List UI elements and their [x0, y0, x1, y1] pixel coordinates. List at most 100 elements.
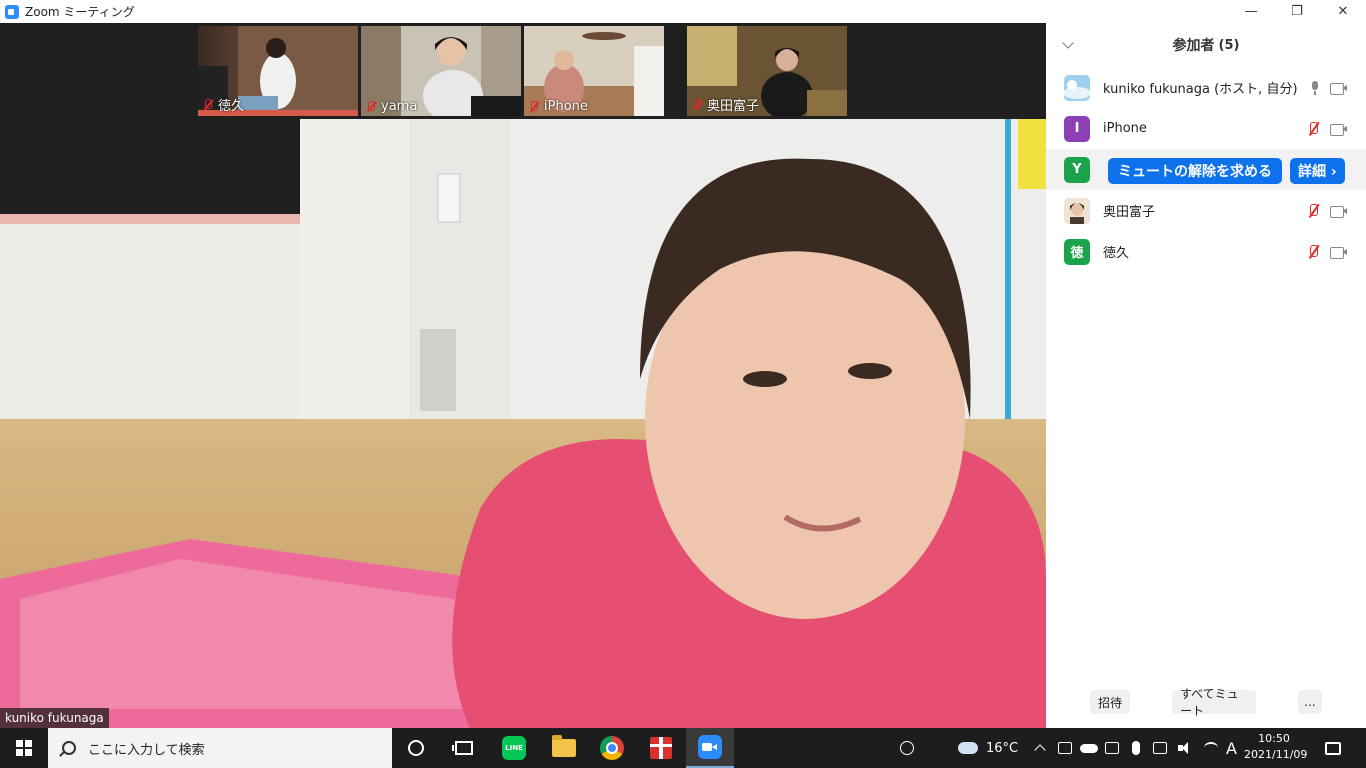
main-video[interactable]: kuniko fukunaga [0, 119, 1046, 728]
participant-row[interactable]: Y ミュートの解除を求める 詳細 › [1046, 149, 1366, 190]
speaker-icon [1178, 742, 1192, 754]
participants-title: 参加者 [1172, 38, 1215, 54]
zoom-icon [698, 735, 722, 759]
thumbnail-name: iPhone [544, 99, 588, 114]
chevron-down-icon[interactable] [1062, 37, 1074, 49]
video-thumbnail[interactable]: iPhone [524, 26, 664, 116]
wifi-icon [1204, 742, 1218, 754]
minimize-button[interactable]: — [1228, 0, 1274, 23]
search-icon [62, 741, 76, 755]
thumbnail-name: 奥田富子 [707, 99, 760, 114]
main-speaker-name: kuniko fukunaga [0, 708, 109, 728]
details-button[interactable]: 詳細 › [1290, 158, 1345, 184]
video-thumbnail[interactable]: yama [361, 26, 521, 116]
mute-all-button[interactable]: すべてミュート [1172, 687, 1256, 718]
weather-widget[interactable]: 16°C [956, 728, 1018, 768]
more-button[interactable]: ... [1298, 690, 1322, 714]
notification-icon [1325, 741, 1341, 755]
ask-to-unmute-button[interactable]: ミュートの解除を求める [1108, 158, 1282, 184]
title-bar: Zoom ミーティング — ❐ ✕ [0, 0, 1366, 23]
participant-name: iPhone [1103, 121, 1147, 136]
chevron-up-icon [1034, 744, 1046, 756]
cortana-button[interactable] [392, 728, 440, 768]
tray-app-button[interactable] [1105, 728, 1119, 768]
camera-icon[interactable] [1330, 205, 1348, 218]
folder-icon [552, 735, 576, 757]
volume-button[interactable] [1178, 728, 1192, 768]
gift-icon [650, 737, 672, 759]
taskbar-search[interactable]: ここに入力して検索 [48, 728, 392, 768]
camera-icon[interactable] [1330, 82, 1348, 95]
network-button[interactable] [1204, 728, 1218, 768]
avatar: Y [1064, 156, 1090, 183]
task-view-button[interactable] [440, 728, 488, 768]
mic-icon[interactable] [1308, 80, 1322, 96]
zoom-logo-icon [5, 4, 19, 19]
window-controls: — ❐ ✕ [1228, 0, 1366, 23]
clock-time: 10:50 [1258, 732, 1290, 745]
camera-icon[interactable] [1330, 123, 1348, 136]
participants-count: (5) [1218, 37, 1240, 53]
close-button[interactable]: ✕ [1320, 0, 1366, 23]
video-thumbnail[interactable]: 奥田富子 [687, 26, 847, 116]
participant-name: 奥田富子 [1103, 205, 1156, 220]
mic-muted-icon [365, 100, 377, 113]
line-app-button[interactable]: LINE [490, 728, 538, 768]
participant-status [1306, 121, 1348, 137]
people-icon [900, 741, 914, 755]
chrome-icon [600, 736, 624, 760]
window-title: Zoom ミーティング [25, 5, 135, 19]
onedrive-button[interactable] [1080, 728, 1098, 768]
file-explorer-button[interactable] [540, 728, 588, 768]
chrome-button[interactable] [588, 728, 636, 768]
task-view-icon [452, 741, 473, 755]
windows-icon [16, 740, 32, 756]
clock[interactable]: 10:50 2021/11/09 [1244, 731, 1307, 763]
cortana-icon [408, 740, 424, 756]
mic-muted-icon [691, 98, 703, 111]
participants-panel: 参加者 (5) kuniko fukunaga (ホスト, 自分) I iPho… [1046, 23, 1366, 728]
zoom-app-button[interactable] [686, 728, 734, 768]
gift-app-button[interactable] [637, 728, 685, 768]
taskbar: ここに入力して検索 LINE 16°C A 10:50 2021/11/09 [0, 728, 1366, 768]
participants-header: 参加者 (5) [1046, 23, 1366, 67]
participant-row[interactable]: kuniko fukunaga (ホスト, 自分) [1046, 67, 1366, 108]
thumbnail-name: 徳久 [218, 99, 245, 114]
participant-name: kuniko fukunaga (ホスト, 自分) [1103, 82, 1298, 97]
battery-button[interactable] [1153, 728, 1167, 768]
mic-muted-icon[interactable] [1306, 203, 1322, 219]
start-button[interactable] [0, 728, 48, 768]
battery-icon [1153, 742, 1167, 754]
participant-row[interactable]: 奥田富子 [1046, 190, 1366, 231]
mic-muted-icon [528, 100, 540, 113]
mic-muted-icon[interactable] [1306, 244, 1322, 260]
search-placeholder: ここに入力して検索 [88, 742, 205, 758]
thumbnail-name: yama [381, 99, 418, 114]
microphone-icon [1132, 741, 1140, 755]
restore-button[interactable]: ❐ [1274, 0, 1320, 23]
thumbnail-label: iPhone [528, 99, 588, 114]
participants-list: kuniko fukunaga (ホスト, 自分) I iPhone Y ミュー… [1046, 67, 1366, 272]
participant-status [1306, 203, 1348, 219]
invite-button[interactable]: 招待 [1090, 690, 1130, 714]
video-thumbnail[interactable]: 徳久 [198, 26, 358, 116]
participants-footer: 招待 すべてミュート ... [1046, 687, 1366, 718]
thumbnail-strip: 徳久 yama iPhone 奥田富子 [0, 23, 1046, 119]
line-icon: LINE [502, 736, 526, 760]
video-area: 徳久 yama iPhone 奥田富子 kuniko fukunaga [0, 23, 1046, 728]
ime-indicator[interactable]: A [1226, 728, 1237, 768]
microphone-tray-button[interactable] [1132, 728, 1140, 768]
tray-app-button[interactable] [1058, 728, 1072, 768]
people-button[interactable] [900, 728, 914, 768]
avatar-image [1064, 74, 1090, 101]
notifications-button[interactable] [1325, 728, 1341, 768]
mic-muted-icon [202, 98, 214, 111]
thumbnail-label: yama [365, 99, 417, 114]
participant-row[interactable]: I iPhone [1046, 108, 1366, 149]
camera-icon[interactable] [1330, 246, 1348, 259]
mic-muted-icon[interactable] [1306, 121, 1322, 137]
main-video-scene [0, 119, 1046, 728]
tray-app-icon [1058, 742, 1072, 754]
show-hidden-icons-button[interactable] [1034, 728, 1046, 768]
participant-row[interactable]: 徳 徳久 [1046, 231, 1366, 272]
